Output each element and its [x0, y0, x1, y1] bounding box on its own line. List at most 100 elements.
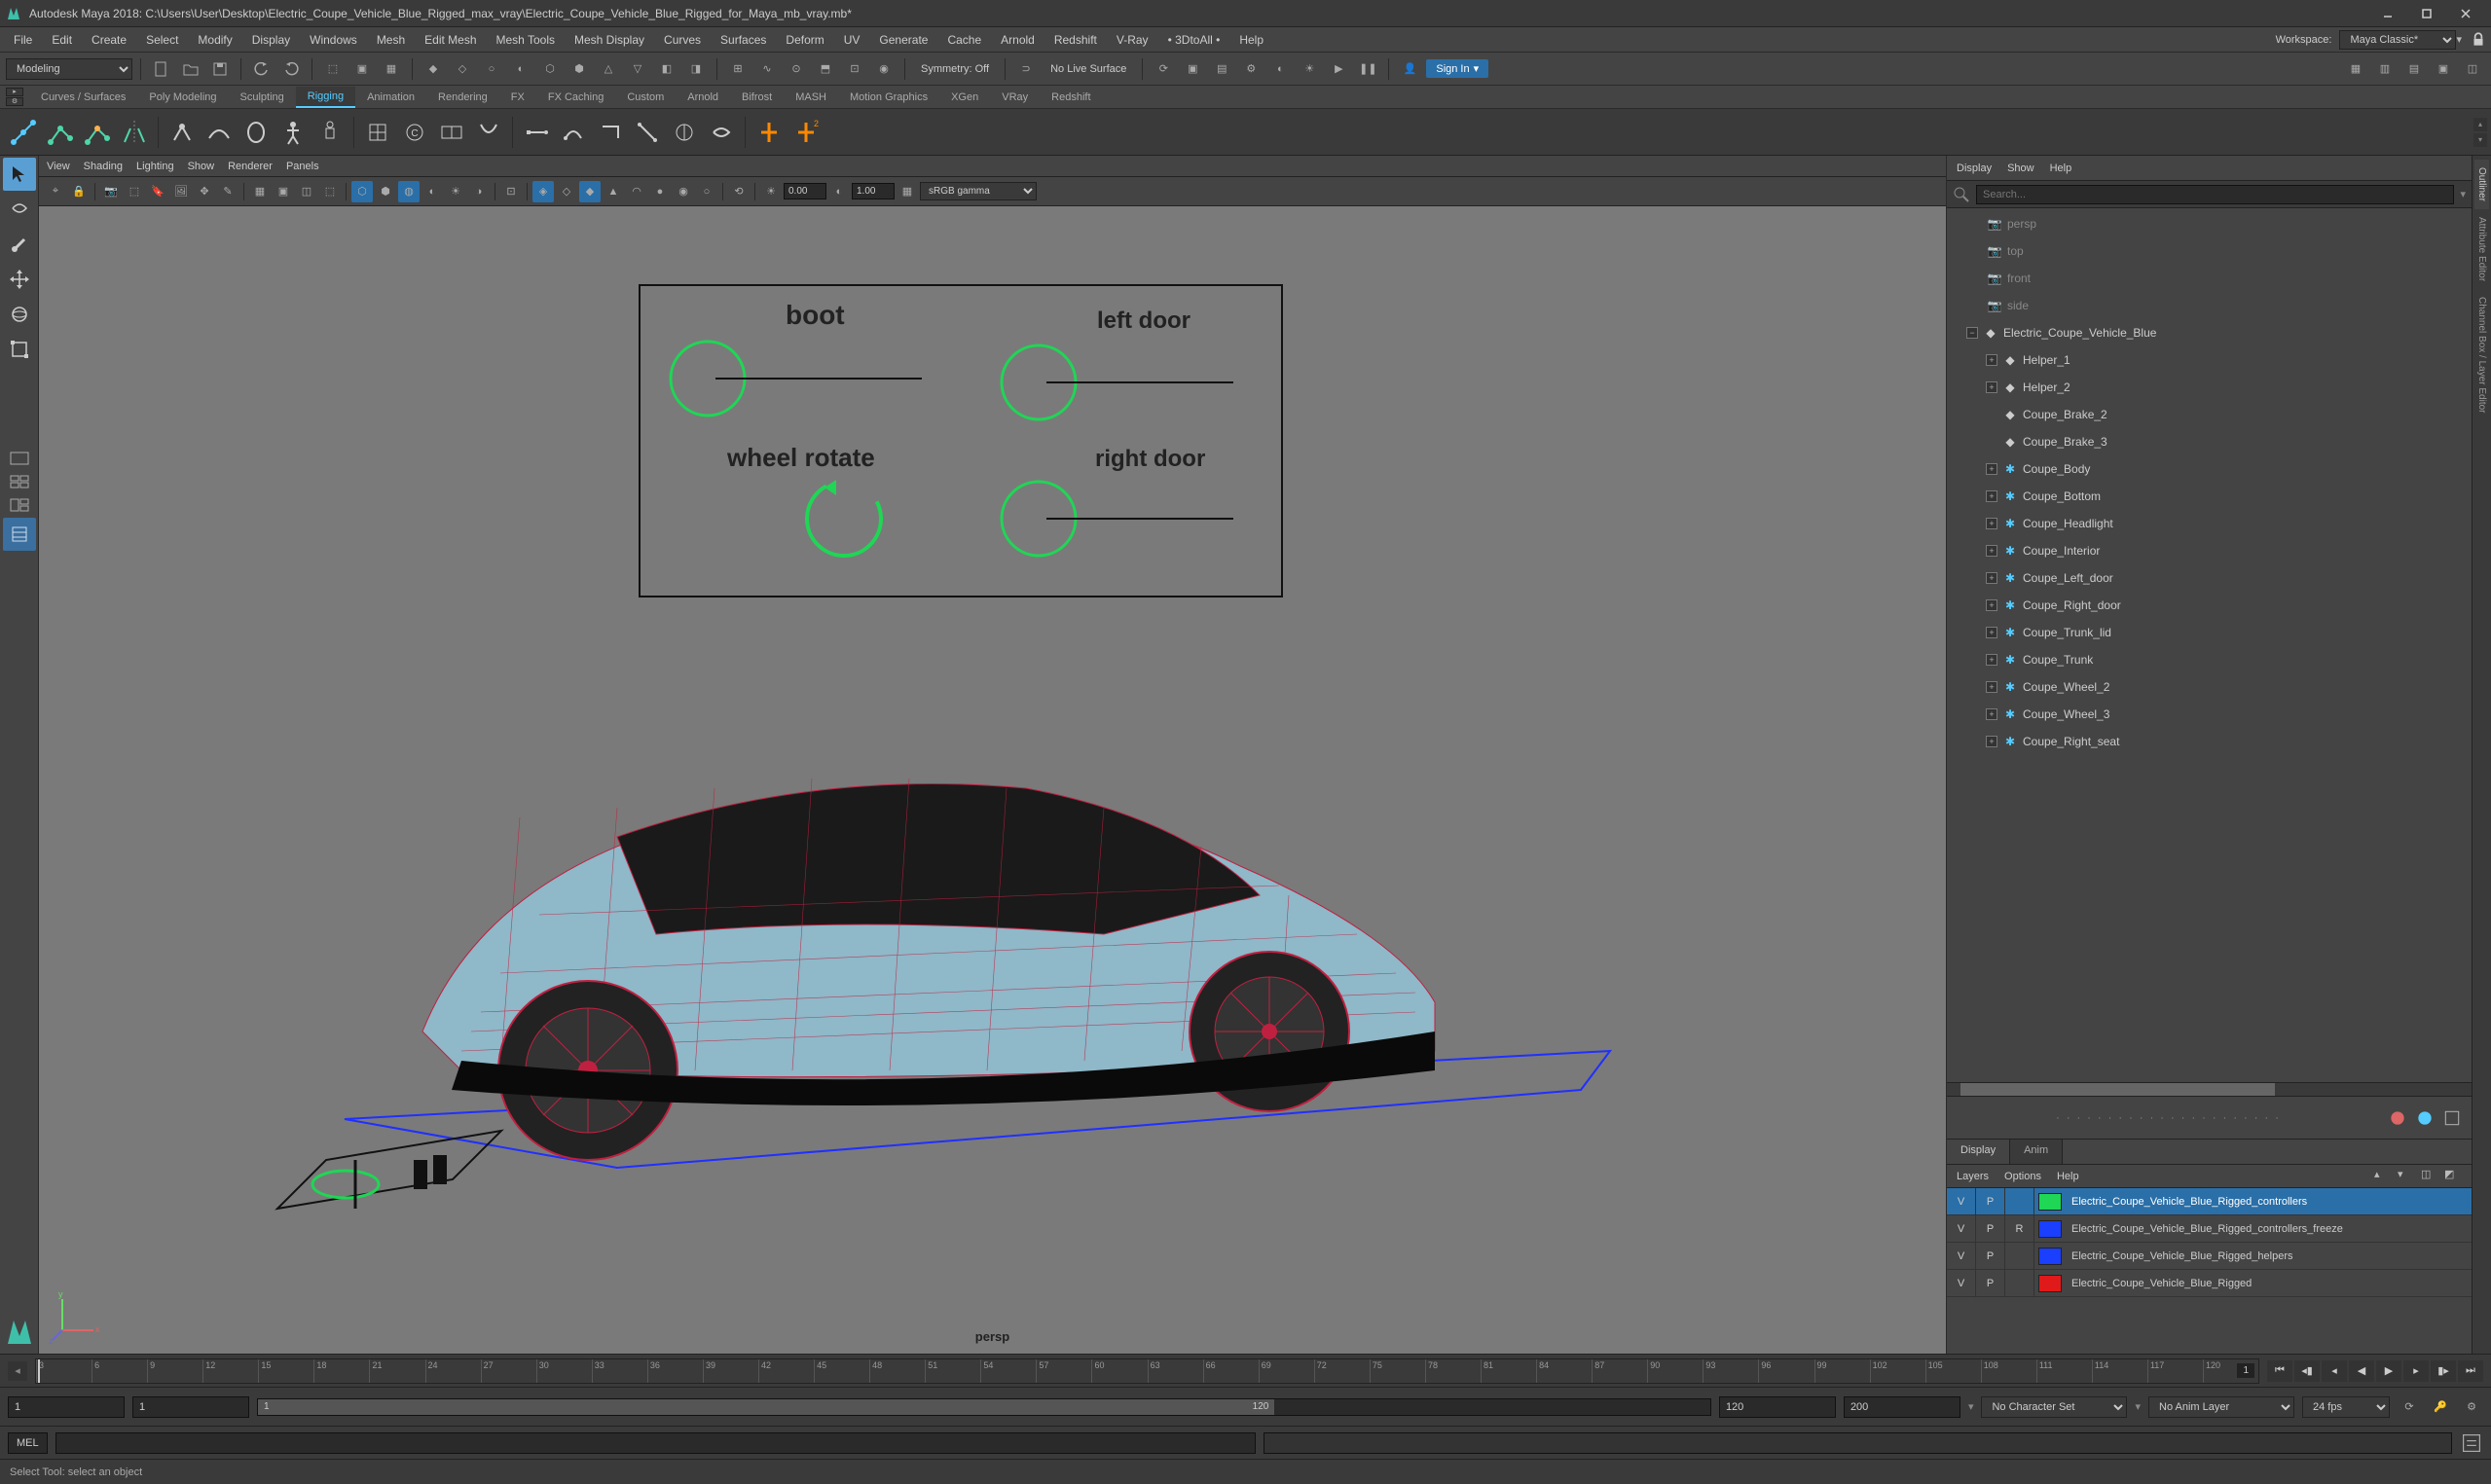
- shelf-tab-rigging[interactable]: Rigging: [296, 87, 355, 108]
- script-language[interactable]: MEL: [8, 1432, 48, 1454]
- sel-component-icon[interactable]: ▦: [379, 56, 404, 82]
- mesh-wheel-3[interactable]: +✱Coupe_Wheel_3: [1947, 701, 2472, 728]
- redo-icon[interactable]: [278, 56, 304, 82]
- shadows-icon[interactable]: ◑: [468, 181, 490, 202]
- open-scene-icon[interactable]: [178, 56, 203, 82]
- snap-view-icon[interactable]: ⊡: [842, 56, 867, 82]
- end-inner-input[interactable]: [1719, 1396, 1836, 1418]
- step-back-button[interactable]: ◂: [2322, 1360, 2347, 1382]
- xray-icon[interactable]: ◈: [532, 181, 554, 202]
- quick-rig-icon[interactable]: [312, 115, 348, 150]
- live-surface-label[interactable]: No Live Surface: [1043, 63, 1134, 75]
- grease-icon[interactable]: ✎: [217, 181, 238, 202]
- range-caret1-icon[interactable]: ▾: [1968, 1400, 1974, 1413]
- layer-tab-display[interactable]: Display: [1947, 1140, 2010, 1164]
- account-icon[interactable]: 👤: [1397, 56, 1422, 82]
- brake-3[interactable]: ◆Coupe_Brake_3: [1947, 428, 2472, 455]
- sel-object-icon[interactable]: ▣: [349, 56, 375, 82]
- root-group[interactable]: −◆Electric_Coupe_Vehicle_Blue: [1947, 319, 2472, 346]
- layer-move-up-icon[interactable]: ▴: [2374, 1168, 2392, 1185]
- cluster-icon[interactable]: C: [397, 115, 432, 150]
- 2d-pan-icon[interactable]: ✥: [194, 181, 215, 202]
- shelf-tab-arnold[interactable]: Arnold: [676, 88, 730, 107]
- layout3-button[interactable]: [3, 494, 36, 516]
- search-icon[interactable]: [1953, 186, 1970, 203]
- select-camera-icon[interactable]: ⌖: [45, 181, 66, 202]
- layer-add-selected-icon[interactable]: ◩: [2444, 1168, 2462, 1185]
- vp-menu-shading[interactable]: Shading: [84, 161, 123, 172]
- lights-icon[interactable]: ☀: [445, 181, 466, 202]
- go-start-button[interactable]: ⏮: [2267, 1360, 2292, 1382]
- shelf-tab-sculpt[interactable]: Sculpting: [229, 88, 296, 107]
- menu-uv[interactable]: UV: [834, 29, 870, 51]
- symmetry-label[interactable]: Symmetry: Off: [913, 63, 997, 75]
- bookmark2-icon[interactable]: ⬚: [124, 181, 145, 202]
- colorspace-select[interactable]: sRGB gamma: [920, 182, 1037, 200]
- next-key-button[interactable]: ▮▸: [2431, 1360, 2456, 1382]
- layer-row[interactable]: VPRElectric_Coupe_Vehicle_Blue_Rigged_co…: [1947, 1215, 2472, 1243]
- shelf-tab-mash[interactable]: MASH: [784, 88, 838, 107]
- multisample-icon[interactable]: ○: [696, 181, 717, 202]
- save-scene-icon[interactable]: [207, 56, 233, 82]
- lock-icon[interactable]: [2470, 31, 2487, 49]
- menu-edit[interactable]: Edit: [42, 29, 82, 51]
- layout1-button[interactable]: [3, 448, 36, 469]
- ssao-icon[interactable]: ●: [649, 181, 671, 202]
- outliner-menu-display[interactable]: Display: [1957, 163, 1992, 174]
- menu-generate[interactable]: Generate: [869, 29, 937, 51]
- layer-tab-anim[interactable]: Anim: [2010, 1140, 2063, 1164]
- layer-vis-toggle[interactable]: V: [1947, 1270, 1976, 1296]
- motion-blur-icon[interactable]: ◠: [626, 181, 647, 202]
- paint-select-tool[interactable]: [3, 228, 36, 261]
- res-gate-icon[interactable]: ◫: [296, 181, 317, 202]
- layout2-button[interactable]: [3, 471, 36, 492]
- minimize-button[interactable]: [2368, 3, 2407, 24]
- close-button[interactable]: [2446, 3, 2485, 24]
- menu-redshift[interactable]: Redshift: [1044, 29, 1107, 51]
- start-inner-input[interactable]: [132, 1396, 249, 1418]
- layer-color-swatch[interactable]: [2038, 1220, 2062, 1238]
- vp-menu-renderer[interactable]: Renderer: [228, 161, 273, 172]
- helper-1[interactable]: +◆Helper_1: [1947, 346, 2472, 374]
- outliner-menu-show[interactable]: Show: [2007, 163, 2034, 174]
- mask10-icon[interactable]: ◨: [683, 56, 709, 82]
- exposure-icon[interactable]: ☀: [760, 181, 782, 202]
- light-icon[interactable]: ☀: [1297, 56, 1322, 82]
- command-input[interactable]: [55, 1432, 1256, 1454]
- constraint2-icon[interactable]: [556, 115, 591, 150]
- gate-mask-icon[interactable]: ⬚: [319, 181, 341, 202]
- layer-vis-toggle[interactable]: V: [1947, 1243, 1976, 1269]
- ipr-icon[interactable]: ▤: [1209, 56, 1234, 82]
- imageplane-icon[interactable]: 🖼: [170, 181, 192, 202]
- shelf-tab-poly[interactable]: Poly Modeling: [137, 88, 228, 107]
- constraint1-icon[interactable]: [519, 115, 554, 150]
- mask2-icon[interactable]: ◇: [450, 56, 475, 82]
- cb-icon1[interactable]: [2388, 1108, 2407, 1128]
- mesh-headlight[interactable]: +✱Coupe_Headlight: [1947, 510, 2472, 537]
- insert-joint-icon[interactable]: [80, 115, 115, 150]
- bookmark3-icon[interactable]: 🔖: [147, 181, 168, 202]
- menu-curves[interactable]: Curves: [654, 29, 711, 51]
- mesh-trunk-lid[interactable]: +✱Coupe_Trunk_lid: [1947, 619, 2472, 646]
- panel-layout1-icon[interactable]: ▦: [2343, 56, 2368, 82]
- shelf-tab-redshift[interactable]: Redshift: [1040, 88, 1102, 107]
- xray-joints-icon[interactable]: ◇: [556, 181, 577, 202]
- mask5-icon[interactable]: ⬡: [537, 56, 563, 82]
- drag-handle-icon[interactable]: · · · · · · · · · · · · · · · · · · · · …: [1957, 1112, 2380, 1124]
- camera-side[interactable]: 📷side: [1947, 292, 2472, 319]
- constraint4-icon[interactable]: [630, 115, 665, 150]
- prefs-icon[interactable]: ⚙: [2460, 1395, 2483, 1419]
- time-track[interactable]: 3691215182124273033363942454851545760636…: [35, 1358, 2259, 1384]
- layer-menu-layers[interactable]: Layers: [1957, 1171, 1989, 1182]
- shelf-tab-fxcache[interactable]: FX Caching: [536, 88, 615, 107]
- layer-add-empty-icon[interactable]: ◫: [2421, 1168, 2438, 1185]
- menu-select[interactable]: Select: [136, 29, 188, 51]
- brake-2[interactable]: ◆Coupe_Brake_2: [1947, 401, 2472, 428]
- skin-bind-icon[interactable]: [238, 115, 274, 150]
- shelf-tab-render[interactable]: Rendering: [426, 88, 499, 107]
- menu-mesh-tools[interactable]: Mesh Tools: [487, 29, 565, 51]
- ik-spline-icon[interactable]: [201, 115, 237, 150]
- layer-playback-toggle[interactable]: P: [1976, 1270, 2005, 1296]
- layer-ref-toggle[interactable]: [2005, 1243, 2034, 1269]
- workspace-select[interactable]: Maya Classic*: [2339, 30, 2456, 50]
